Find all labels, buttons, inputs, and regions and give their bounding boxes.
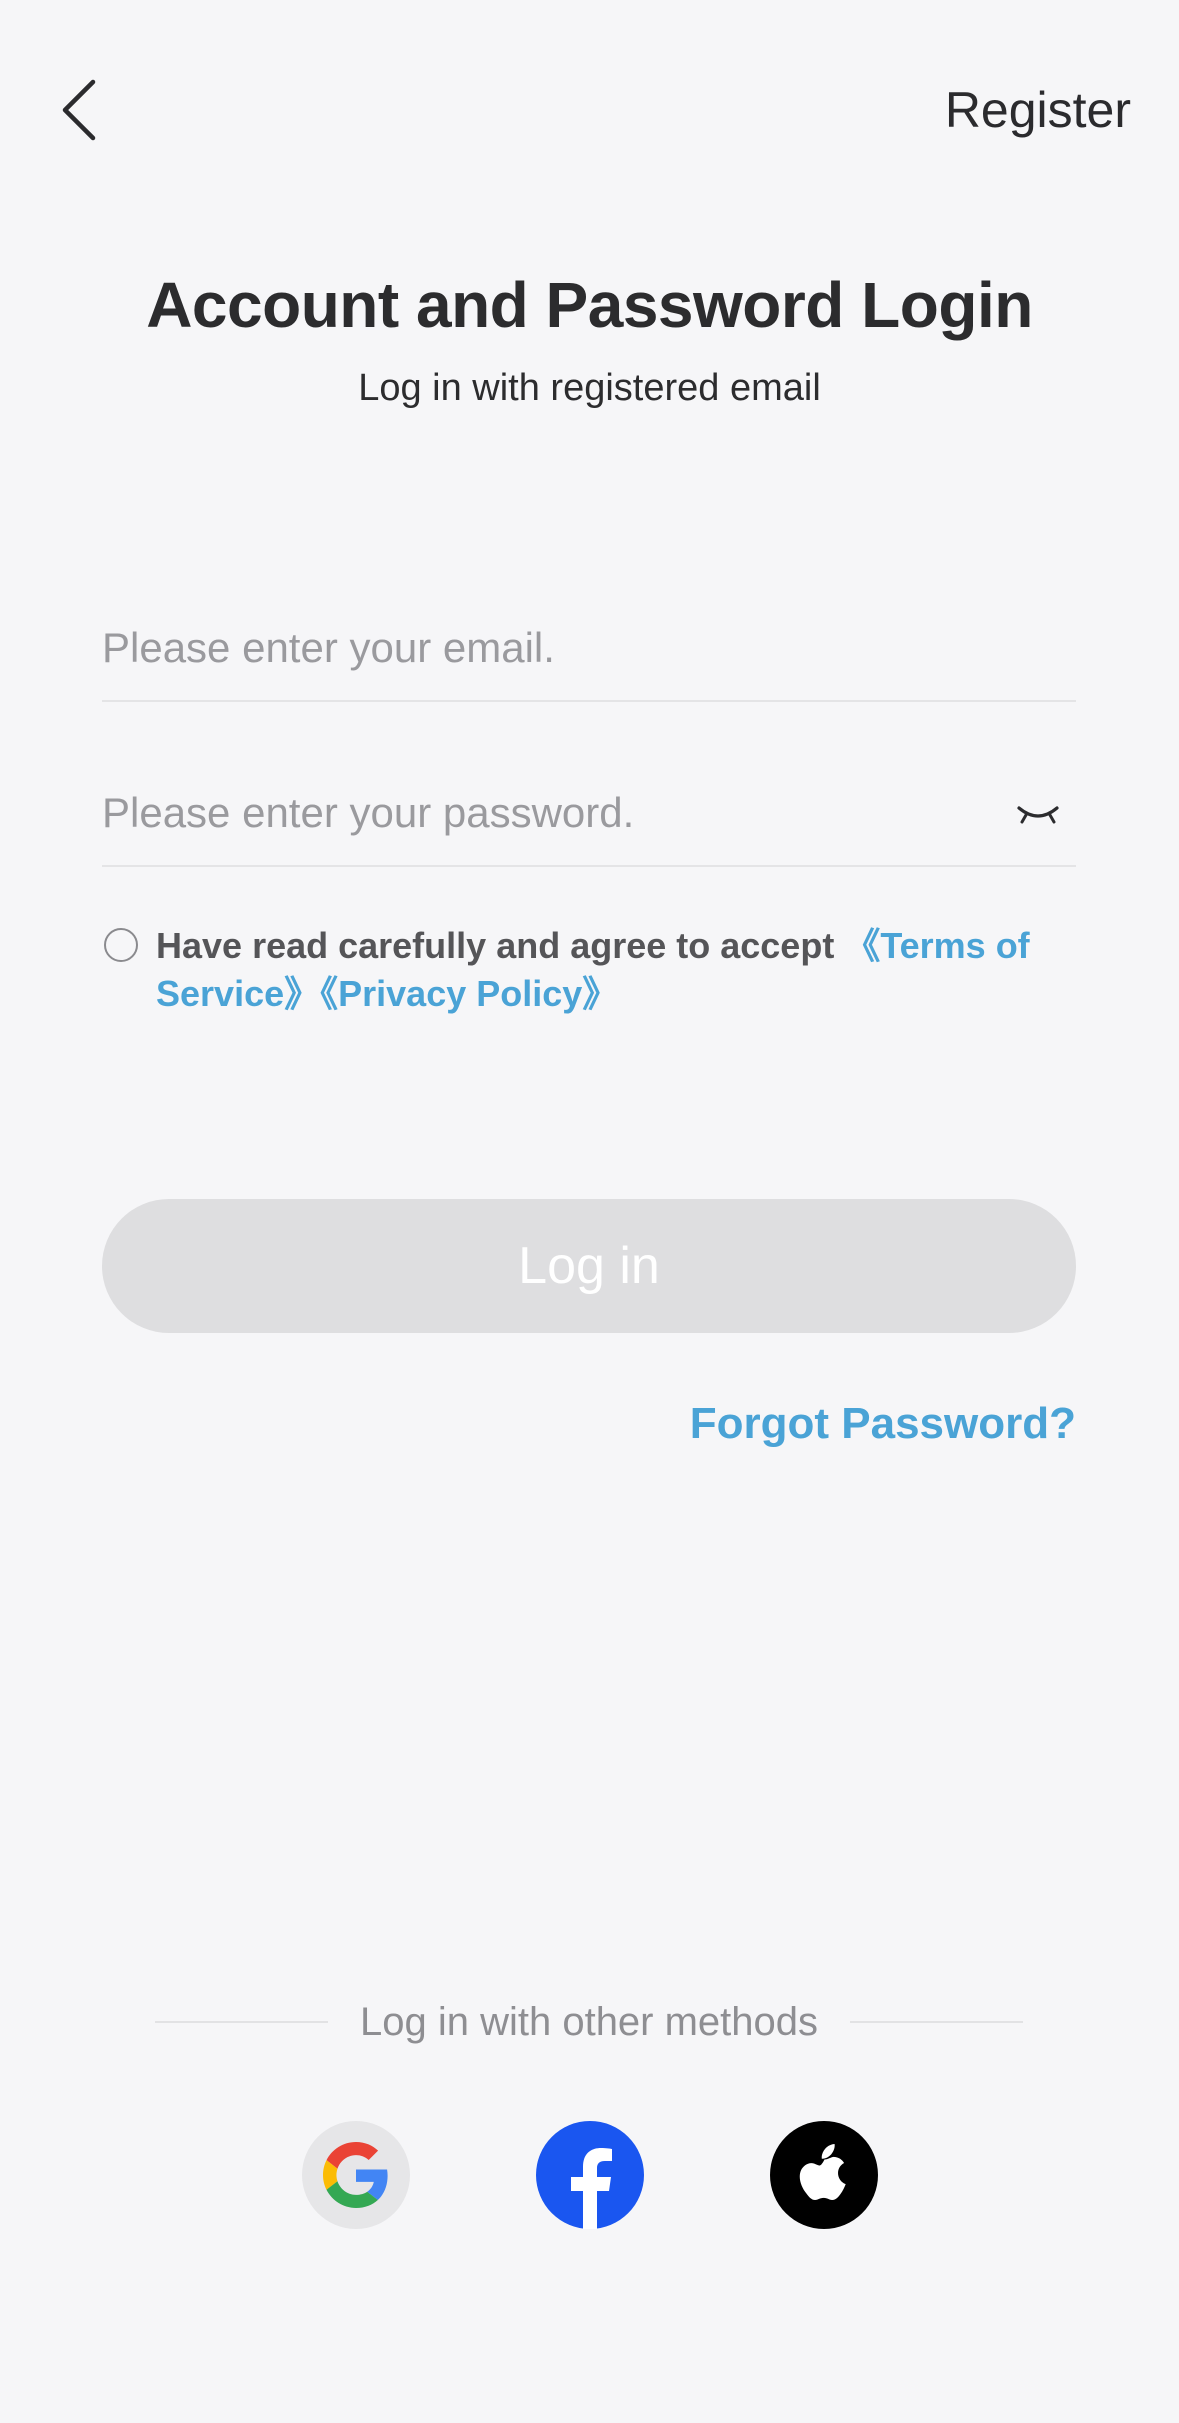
forgot-password-link[interactable]: Forgot Password? — [690, 1398, 1076, 1450]
password-visibility-toggle[interactable] — [1012, 795, 1064, 835]
page-subtitle: Log in with registered email — [358, 367, 821, 409]
facebook-login-button[interactable] — [536, 2121, 644, 2229]
email-input[interactable] — [102, 596, 1076, 700]
apple-icon — [799, 2144, 846, 2200]
password-input[interactable] — [102, 761, 1006, 865]
other-methods-divider: Log in with other methods — [155, 1994, 1024, 2050]
chevron-left-icon — [62, 79, 96, 141]
page-title: Account and Password Login — [146, 269, 1033, 341]
agreement-row: Have read carefully and agree to accept … — [102, 922, 1062, 1018]
login-screen: Register Account and Password Login Log … — [0, 0, 1179, 2423]
privacy-policy-link[interactable]: 《Privacy Policy》 — [320, 973, 618, 1014]
login-button[interactable]: Log in — [102, 1199, 1076, 1333]
other-methods-label: Log in with other methods — [359, 1999, 819, 2044]
agreement-checkbox[interactable] — [104, 928, 138, 962]
google-login-button[interactable] — [302, 2121, 410, 2229]
eye-closed-icon — [1017, 806, 1059, 824]
email-field-container — [102, 596, 1076, 702]
agreement-prefix: Have read carefully and agree to accept — [156, 925, 845, 966]
agreement-text: Have read carefully and agree to accept … — [156, 922, 1062, 1018]
divider-line-right — [850, 2021, 1024, 2023]
google-icon — [323, 2142, 388, 2208]
divider-line-left — [155, 2021, 328, 2023]
facebook-icon — [571, 2148, 612, 2229]
password-field-container — [102, 761, 1076, 867]
register-link[interactable]: Register — [945, 82, 1131, 138]
back-button[interactable] — [44, 68, 114, 152]
apple-login-button[interactable] — [770, 2121, 878, 2229]
